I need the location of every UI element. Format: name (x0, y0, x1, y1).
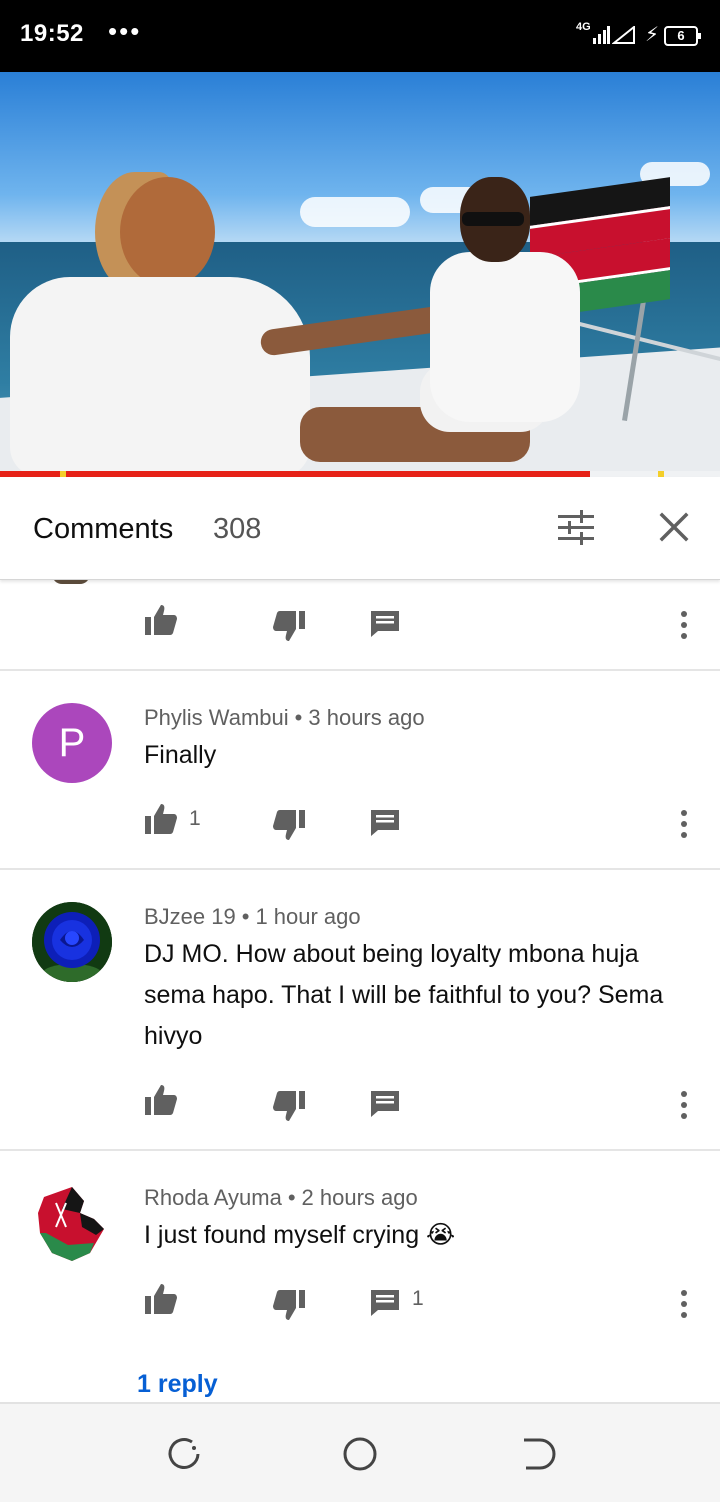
comment-meta: Phylis Wambui • 3 hours ago (144, 705, 425, 731)
more-options-icon[interactable] (674, 1289, 694, 1319)
avatar[interactable] (32, 902, 112, 982)
avatar-partial (52, 580, 90, 584)
comment-text: I just found myself crying 😭 (144, 1221, 456, 1249)
comment-actions (0, 1084, 720, 1124)
comment-time[interactable]: 2 hours ago (302, 1185, 418, 1210)
avatar[interactable] (32, 1183, 112, 1263)
comment-meta: BJzee 19 • 1 hour ago (144, 904, 361, 930)
video-man-body (430, 252, 580, 422)
video-man-sunglasses (462, 212, 524, 226)
reply-icon[interactable] (370, 1090, 400, 1118)
system-nav-bar (0, 1402, 720, 1502)
comments-list[interactable]: P Phylis Wambui•3 hours ago Finally 1 (0, 580, 720, 1402)
comment-author[interactable]: Rhoda Ayuma (144, 1185, 282, 1210)
meta-separator: • (287, 1185, 296, 1210)
comments-title: Comments (33, 513, 174, 545)
video-cloud (300, 197, 410, 227)
comment-meta: Rhoda Ayuma • 2 hours ago (144, 1185, 418, 1211)
meta-separator: • (241, 904, 250, 929)
video-woman-body (10, 277, 310, 477)
home-icon[interactable] (340, 1434, 380, 1474)
comment-item: Rhoda Ayuma • 2 hours ago I just found mys… (0, 1151, 720, 1402)
meta-separator: • (294, 705, 303, 730)
comment-author[interactable]: BJzee 19 (144, 904, 236, 929)
comment-item: P Phylis Wambui • 3 hours ago Finally 1 (0, 671, 720, 869)
reply-count: 1 (412, 1287, 424, 1310)
comments-count: 308 (213, 513, 262, 545)
cell-signal-icon (593, 26, 610, 44)
avatar[interactable]: P (32, 703, 112, 783)
battery-icon: 6 (664, 26, 701, 46)
reply-icon[interactable] (370, 1289, 400, 1317)
comment-time[interactable]: 3 hours ago (308, 705, 424, 730)
thumbs-up-icon[interactable] (144, 1283, 178, 1315)
thumbs-down-icon[interactable] (272, 1090, 306, 1122)
thumbs-down-icon[interactable] (272, 610, 306, 642)
thumbs-up-icon[interactable] (144, 604, 178, 636)
comment-item: BJzee 19 • 1 hour ago DJ MO. How about bei… (0, 870, 720, 1149)
video-player[interactable] (0, 72, 720, 477)
charging-icon: ⚡ (645, 24, 660, 46)
video-woman-head (120, 177, 215, 287)
close-icon[interactable] (654, 507, 694, 547)
comment-actions: 1 (0, 803, 720, 843)
comment-text: DJ MO. How about being loyalty mbona huj… (144, 940, 664, 1050)
like-count: 1 (189, 807, 201, 830)
comment-author[interactable]: Phylis Wambui (144, 705, 289, 730)
thumbs-down-icon[interactable] (272, 809, 306, 841)
comments-header: Comments 308 (0, 477, 720, 580)
comment-actions (0, 604, 720, 644)
sort-filter-icon[interactable] (556, 509, 596, 547)
network-type: 4G (576, 21, 591, 33)
thumbs-up-icon[interactable] (144, 803, 178, 835)
more-options-icon[interactable] (674, 809, 694, 839)
blue-rose-avatar-icon (32, 902, 112, 982)
status-bar: 19:52 ••• 4G ⚡ 6 (0, 0, 720, 72)
wifi-signal-icon (612, 26, 635, 44)
thumbs-up-icon[interactable] (144, 1084, 178, 1116)
back-icon[interactable] (516, 1434, 556, 1474)
view-replies-link[interactable]: 1 reply (137, 1370, 218, 1399)
comment-text: Finally (144, 741, 217, 769)
notification-dots: ••• (108, 16, 142, 46)
kenya-map-avatar-icon (38, 1187, 104, 1261)
status-time: 19:52 (20, 20, 84, 47)
comment-time[interactable]: 1 hour ago (255, 904, 360, 929)
reply-icon[interactable] (370, 610, 400, 638)
more-options-icon[interactable] (674, 610, 694, 640)
reply-icon[interactable] (370, 809, 400, 837)
comment-actions: 1 (0, 1283, 720, 1323)
recent-apps-icon[interactable] (164, 1434, 204, 1474)
more-options-icon[interactable] (674, 1090, 694, 1120)
thumbs-down-icon[interactable] (272, 1289, 306, 1321)
